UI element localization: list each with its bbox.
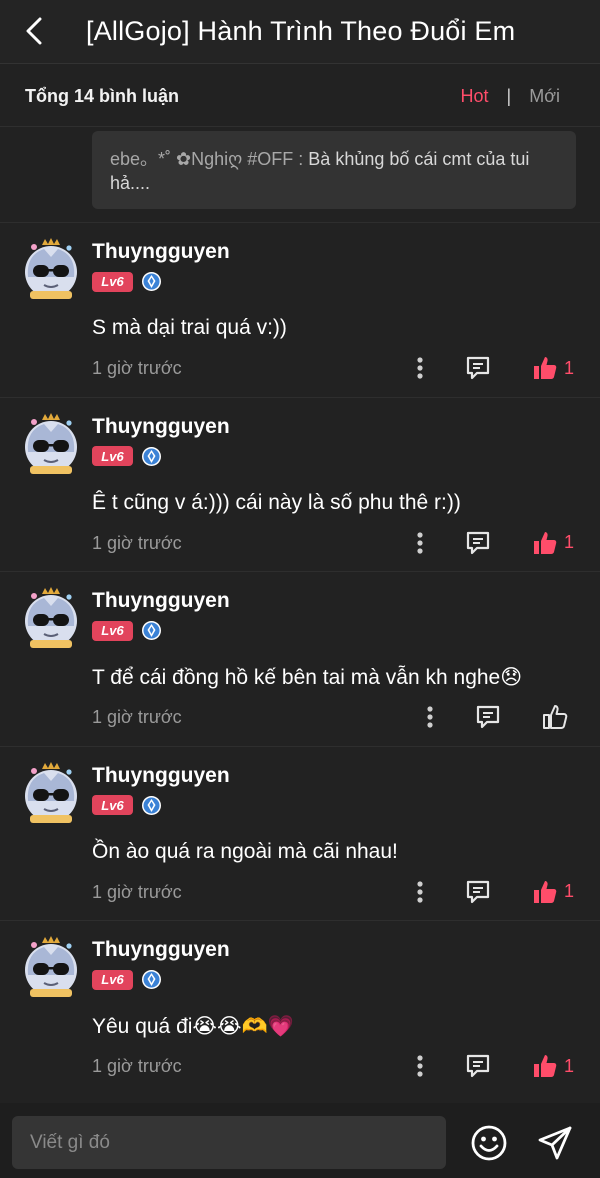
reply-button[interactable]: [464, 528, 492, 558]
comment-item: Thuyngguyen Lv6 Ồn ào quá ra ngoài mà cã…: [0, 745, 600, 921]
verified-shield-icon: [142, 970, 161, 989]
comment-timestamp: 1 giờ trước: [92, 707, 182, 727]
more-button[interactable]: [410, 353, 430, 383]
verified-shield-icon: [142, 795, 161, 815]
more-vertical-icon: [417, 357, 423, 379]
more-button[interactable]: [420, 702, 440, 732]
comment-item: Thuyngguyen Lv6 Ê t cũng v á:))) cái này…: [0, 396, 600, 572]
avatar[interactable]: [20, 935, 82, 999]
comment-item: Thuyngguyen Lv6 Yêu quá đi😭😭🫶💗 1 giờ trư…: [0, 920, 600, 1095]
more-vertical-icon: [417, 531, 423, 554]
sort-hot-tab[interactable]: Hot: [461, 86, 489, 107]
comment-actions: 1: [410, 877, 574, 907]
like-button[interactable]: 1: [532, 355, 574, 381]
like-count: 1: [563, 532, 574, 552]
verified-shield-icon: [142, 446, 161, 466]
like-button[interactable]: 1: [532, 1053, 574, 1079]
comment-timestamp: 1 giờ trước: [92, 881, 182, 902]
more-button[interactable]: [410, 877, 430, 907]
quoted-reply-user: ebe。*˚ ✿Nghiღ #OFF :: [110, 149, 304, 169]
comment-timestamp: 1 giờ trước: [92, 358, 182, 378]
sort-new-tab[interactable]: Mới: [529, 86, 560, 107]
level-badge: Lv6: [92, 795, 133, 815]
comment-text: Ê t cũng v á:))) cái này là số phu thê r…: [92, 490, 461, 514]
thumbs-up-icon: [533, 357, 557, 379]
level-badge: Lv6: [92, 969, 133, 990]
comment-actions: [420, 702, 574, 732]
comment-timestamp: 1 giờ trước: [92, 532, 182, 553]
comment-icon: [466, 356, 490, 380]
back-button[interactable]: [18, 14, 50, 48]
send-button[interactable]: [536, 1124, 574, 1162]
user-badges: Lv6: [92, 969, 162, 990]
reply-button[interactable]: [464, 353, 492, 383]
sort-divider: |: [506, 86, 512, 106]
level-badge: Lv6: [92, 271, 133, 292]
comment-icon: [466, 531, 490, 554]
like-button[interactable]: 1: [532, 530, 574, 556]
comment-actions: 1: [410, 528, 574, 558]
reply-button[interactable]: [464, 877, 492, 907]
comment-username[interactable]: Thuyngguyen: [92, 240, 230, 264]
send-icon: [538, 1126, 572, 1160]
quoted-reply[interactable]: ebe。*˚ ✿Nghiღ #OFF : Bà khủng bố cái cmt…: [92, 131, 576, 209]
comment-text: Ồn ào quá ra ngoài mà cãi nhau!: [92, 839, 398, 863]
thumbs-up-icon: [533, 531, 557, 554]
more-vertical-icon: [427, 706, 433, 728]
reply-button[interactable]: [464, 1051, 492, 1081]
more-button[interactable]: [410, 1051, 430, 1081]
thumbs-up-icon: [533, 880, 557, 903]
user-badges: Lv6: [92, 620, 162, 641]
emoji-button[interactable]: [470, 1124, 508, 1162]
avatar[interactable]: [20, 586, 82, 650]
avatar[interactable]: [20, 761, 82, 825]
avatar[interactable]: [20, 237, 82, 301]
sort-switch: Hot | Mới: [461, 86, 561, 107]
comment-icon: [466, 1054, 490, 1078]
comment-input[interactable]: [12, 1116, 446, 1169]
like-count: 1: [563, 1055, 574, 1076]
like-button[interactable]: [542, 704, 574, 730]
level-badge: Lv6: [92, 446, 133, 466]
chevron-left-icon: [26, 17, 42, 45]
comment-item: Thuyngguyen Lv6 T để cái đồng hồ kế bên …: [0, 571, 600, 746]
comment-summary-bar: Tổng 14 bình luận Hot | Mới: [0, 65, 600, 127]
comment-item: Thuyngguyen Lv6 S mà dại trai quá v:)) 1…: [0, 222, 600, 397]
comment-actions: 1: [410, 353, 574, 383]
comment-icon: [476, 705, 500, 729]
comment-text: S mà dại trai quá v:)): [92, 316, 287, 339]
verified-shield-icon: [142, 621, 161, 640]
comment-username[interactable]: Thuyngguyen: [92, 415, 230, 439]
comment-icon: [466, 880, 490, 903]
more-vertical-icon: [417, 1055, 423, 1077]
thumbs-up-icon: [533, 1055, 557, 1077]
reply-button[interactable]: [474, 702, 502, 732]
smiley-icon: [471, 1125, 507, 1161]
more-vertical-icon: [417, 880, 423, 903]
thumbs-up-icon: [543, 705, 568, 729]
like-count: 1: [563, 357, 574, 378]
comment-total: Tổng 14 bình luận: [25, 86, 179, 106]
comment-username[interactable]: Thuyngguyen: [92, 938, 230, 962]
comment-username[interactable]: Thuyngguyen: [92, 589, 230, 613]
verified-shield-icon: [142, 272, 161, 291]
comment-text: Yêu quá đi😭😭🫶💗: [92, 1015, 294, 1038]
top-bar: [AllGojo] Hành Trình Theo Đuổi Em: [0, 0, 600, 64]
page-title: [AllGojo] Hành Trình Theo Đuổi Em: [86, 16, 516, 46]
user-badges: Lv6: [92, 271, 162, 292]
more-button[interactable]: [410, 528, 430, 558]
comment-username[interactable]: Thuyngguyen: [92, 764, 230, 788]
avatar[interactable]: [20, 412, 82, 476]
comment-actions: 1: [410, 1051, 574, 1081]
user-badges: Lv6: [92, 446, 162, 467]
like-button[interactable]: 1: [532, 879, 574, 905]
level-badge: Lv6: [92, 620, 133, 641]
user-badges: Lv6: [92, 795, 162, 816]
like-count: 1: [563, 881, 574, 901]
comment-text: T để cái đồng hồ kế bên tai mà vẫn kh ng…: [92, 666, 523, 689]
comment-timestamp: 1 giờ trước: [92, 1056, 182, 1076]
comment-composer: [0, 1103, 600, 1178]
